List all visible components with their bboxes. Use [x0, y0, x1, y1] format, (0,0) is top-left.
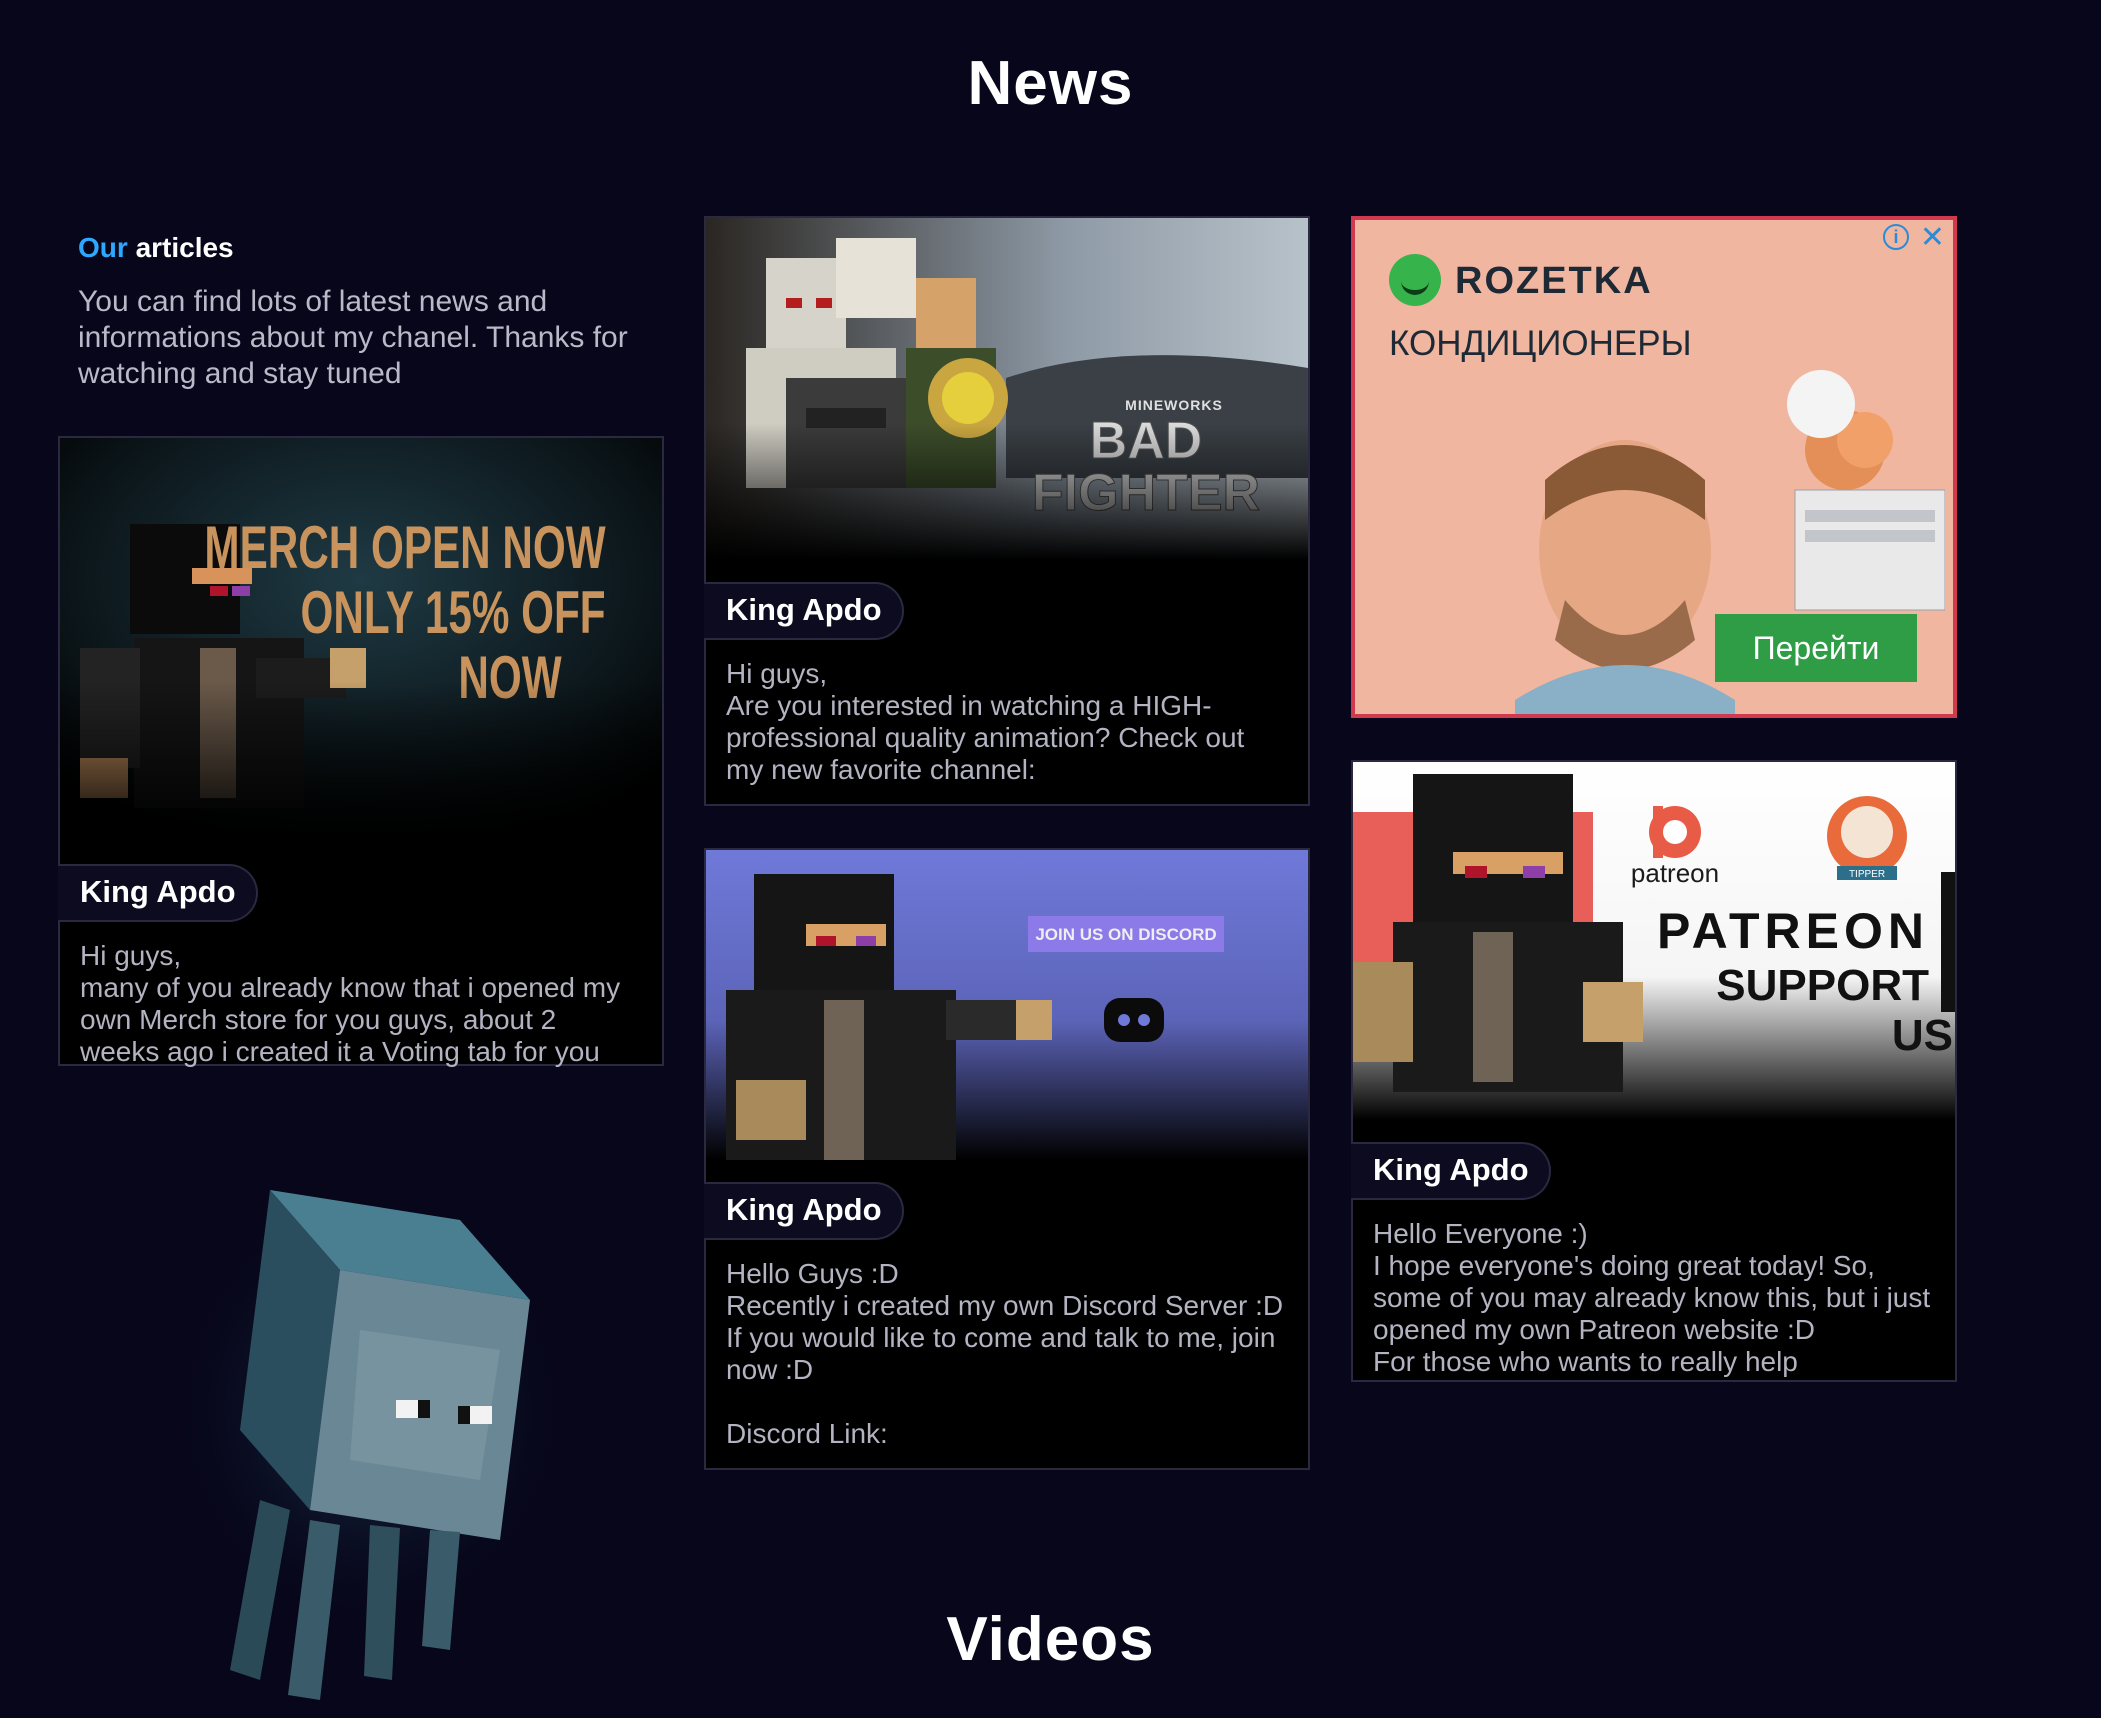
- rozetka-logo-icon: [1389, 254, 1441, 306]
- intro-heading-accent: Our: [78, 232, 128, 263]
- page: News Our articles You can find lots of l…: [0, 0, 2101, 1718]
- ad-cta-button[interactable]: Перейти: [1715, 614, 1917, 682]
- article-thumbnail[interactable]: JOIN US ON DISCORD: [706, 850, 1308, 1160]
- bad-fighter-thumbnail-image: MINEWORKS BAD FIGHTER: [706, 218, 1308, 560]
- patreon-thumb-line-3: US: [1892, 1011, 1953, 1060]
- merch-thumbnail-image: MERCH OPEN NOW ONLY 15% OFF NOW: [60, 438, 662, 842]
- tipper-badge-icon: [1827, 796, 1907, 880]
- ad-headline: КОНДИЦИОНЕРЫ: [1389, 324, 1692, 363]
- article-thumbnail[interactable]: MINEWORKS BAD FIGHTER: [706, 218, 1308, 560]
- article-card-discord[interactable]: JOIN US ON DISCORD King Apdo Hello Guys …: [704, 848, 1310, 1470]
- patreon-logo-text: patreon: [1631, 858, 1719, 888]
- article-excerpt: Hello Guys :D Recently i created my own …: [726, 1258, 1284, 1449]
- article-thumbnail[interactable]: patreon TIPPER PATREON SUPPORT US: [1353, 762, 1955, 1120]
- intro-heading-rest: articles: [135, 232, 234, 263]
- intro-heading: Our articles: [78, 232, 658, 264]
- ad-brand: ROZETKA: [1455, 260, 1653, 302]
- intro: Our articles You can find lots of latest…: [78, 232, 658, 392]
- article-card-merch[interactable]: MERCH OPEN NOW ONLY 15% OFF NOW King Apd…: [58, 436, 664, 1067]
- author-tag[interactable]: King Apdo: [1351, 1142, 1551, 1200]
- article-excerpt: Hi guys, many of you already know that i…: [80, 940, 621, 1067]
- discord-thumbnail-image: JOIN US ON DISCORD: [706, 850, 1308, 1160]
- tipper-badge-text: TIPPER: [1849, 869, 1885, 880]
- patreon-thumbnail-image: patreon TIPPER PATREON SUPPORT US: [1353, 762, 1955, 1120]
- discord-logo-icon: [1104, 998, 1164, 1042]
- article-thumbnail[interactable]: MERCH OPEN NOW ONLY 15% OFF NOW: [60, 438, 662, 842]
- close-icon[interactable]: ✕: [1920, 220, 1945, 255]
- article-excerpt: Hello Everyone :) I hope everyone's doin…: [1373, 1218, 1931, 1377]
- article-card-patreon[interactable]: patreon TIPPER PATREON SUPPORT US King A…: [1351, 760, 1957, 1382]
- author-tag[interactable]: King Apdo: [704, 582, 904, 640]
- article-card-bad-fighter[interactable]: MINEWORKS BAD FIGHTER King Apdo Hi guys,…: [704, 216, 1310, 806]
- patreon-thumb-line-1: PATREON: [1657, 903, 1929, 959]
- videos-title: Videos: [946, 1605, 1155, 1674]
- info-icon[interactable]: i: [1883, 224, 1909, 250]
- discord-banner-text: JOIN US ON DISCORD: [1035, 925, 1216, 944]
- news-title: News: [967, 49, 1134, 118]
- author-tag[interactable]: King Apdo: [704, 1182, 904, 1240]
- advertisement[interactable]: ROZETKA КОНДИЦИОНЕРЫ Перейти i ✕: [1351, 216, 1957, 718]
- patreon-logo-icon: [1649, 806, 1701, 858]
- author-tag[interactable]: King Apdo: [58, 864, 258, 922]
- patreon-thumb-line-2: SUPPORT: [1716, 961, 1929, 1010]
- article-excerpt: Hi guys, Are you interested in watching …: [726, 658, 1245, 785]
- intro-text: You can find lots of latest news and inf…: [78, 285, 628, 390]
